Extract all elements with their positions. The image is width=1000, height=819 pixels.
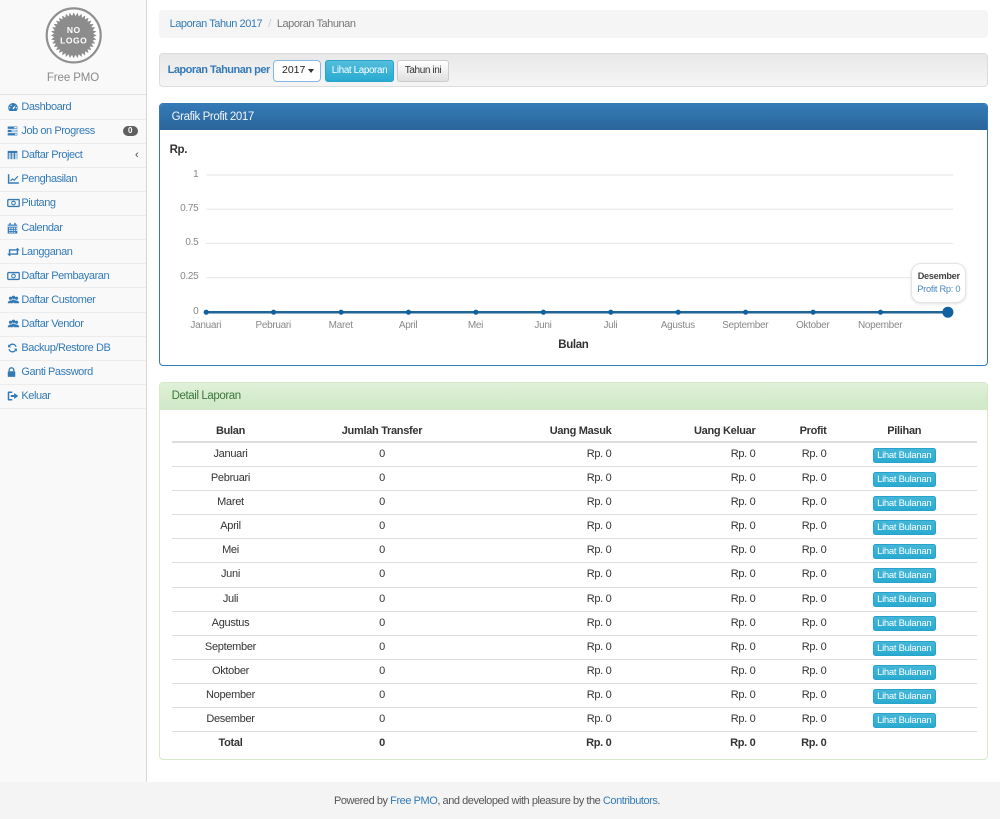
svg-text:LOGO: LOGO xyxy=(60,36,87,46)
svg-text:NO: NO xyxy=(67,25,81,35)
